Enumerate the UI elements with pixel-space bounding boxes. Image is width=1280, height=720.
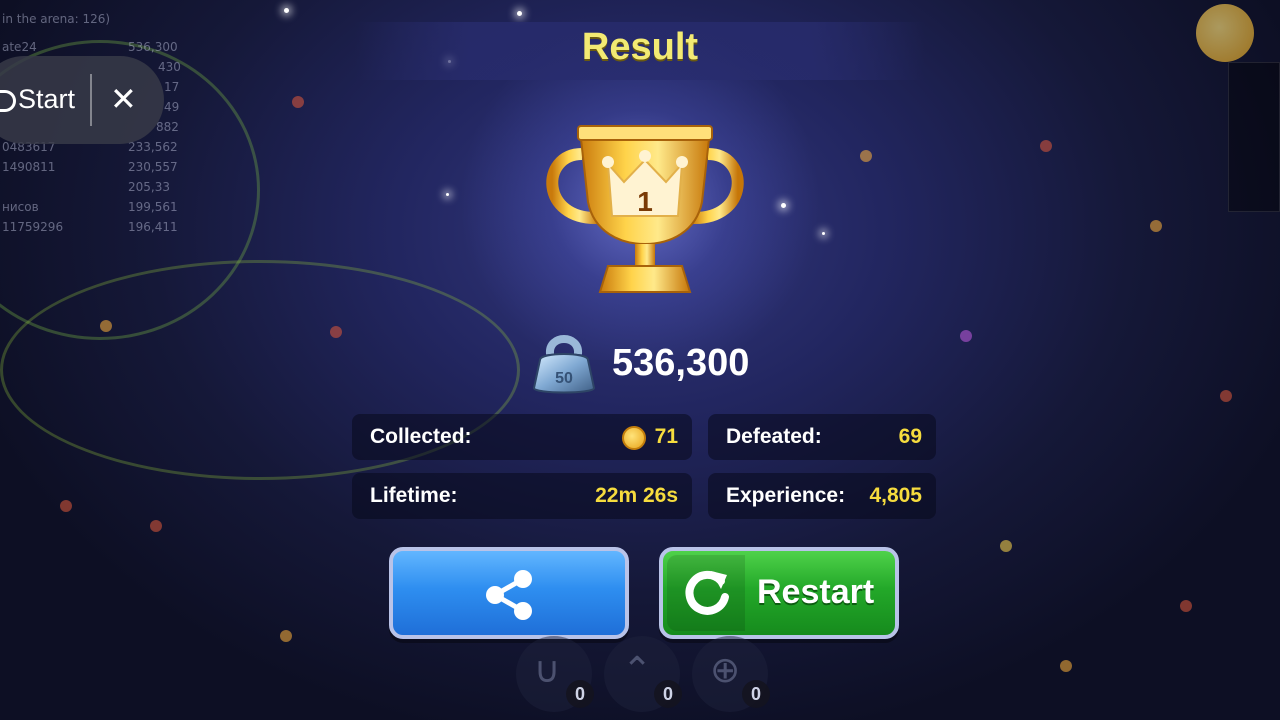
leaderboard-score: 49	[164, 100, 180, 114]
food-item	[1060, 660, 1072, 672]
food-item	[150, 520, 162, 532]
stat-lifetime: Lifetime: 22m 26s	[352, 473, 692, 519]
score-row: 50 536,300	[520, 330, 770, 396]
restart-label: Restart	[757, 573, 875, 611]
food-item	[1000, 540, 1012, 552]
food-item	[60, 500, 72, 512]
food-item	[1040, 140, 1052, 152]
leaderboard-name: 11759296	[2, 220, 64, 234]
sparkle	[517, 11, 522, 16]
leaderboard-score: 230,557	[128, 160, 178, 174]
leaderboard-score: 196,411	[128, 220, 178, 234]
sparkle	[284, 8, 289, 13]
weight-badge: 50	[555, 370, 573, 387]
score-value: 536,300	[612, 342, 750, 384]
close-icon[interactable]: ✕	[110, 80, 137, 118]
share-icon	[486, 570, 532, 620]
speed-boost-icon: ⌃	[622, 650, 653, 691]
stat-value: 22m 26s	[595, 484, 678, 507]
leaderboard-name: 1490811	[2, 160, 56, 174]
stat-defeated: Defeated: 69	[708, 414, 936, 460]
zoom-icon: ⊕	[710, 650, 741, 691]
stat-collected: Collected: 71	[352, 414, 692, 460]
stat-label: Defeated:	[726, 425, 822, 448]
food-item	[100, 320, 112, 332]
restart-button[interactable]: Restart	[659, 547, 899, 639]
powerup-speed[interactable]: ⌃ 0	[604, 636, 682, 712]
kettlebell-icon: 50	[532, 335, 596, 394]
powerup-count: 0	[742, 680, 770, 708]
restart-icon	[685, 570, 729, 615]
leaderboard-row: 1490811 230,557	[0, 160, 180, 178]
powerup-count: 0	[654, 680, 682, 708]
coin-icon	[622, 426, 646, 450]
leaderboard-name: нисов	[2, 200, 39, 214]
stat-value: 4,805	[869, 484, 922, 507]
leaderboard-row: нисов 199,561	[0, 200, 180, 218]
start-icon	[0, 90, 16, 112]
stat-value: 69	[898, 425, 922, 448]
start-label[interactable]: Start	[18, 84, 75, 115]
leaderboard-score: 199,561	[128, 200, 178, 214]
powerup-magnet[interactable]: ∪ 0	[516, 636, 594, 712]
sparkle	[822, 232, 825, 235]
divider	[90, 74, 92, 126]
leaderboard-name: ate24	[2, 40, 37, 54]
food-item	[1150, 220, 1162, 232]
powerup-zoom[interactable]: ⊕ 0	[692, 636, 770, 712]
food-item	[960, 330, 972, 342]
food-item	[860, 150, 872, 162]
powerup-count: 0	[566, 680, 594, 708]
leaderboard-score: 882	[156, 120, 179, 134]
stat-experience: Experience: 4,805	[708, 473, 936, 519]
minimap	[1228, 62, 1280, 212]
sparkle	[781, 203, 786, 208]
food-item	[280, 630, 292, 642]
player-avatar	[1196, 4, 1254, 62]
restart-icon-zone	[667, 555, 745, 631]
stat-label: Collected:	[370, 425, 472, 448]
leaderboard-score: 205,33	[128, 180, 170, 194]
leaderboard-row: 205,33	[0, 180, 180, 198]
food-item	[1180, 600, 1192, 612]
stat-label: Lifetime:	[370, 484, 458, 507]
start-recording-pill[interactable]: Start ✕	[0, 56, 164, 144]
leaderboard-score: 233,562	[128, 140, 178, 154]
food-item	[1220, 390, 1232, 402]
stat-label: Experience:	[726, 484, 846, 507]
result-title: Result	[581, 26, 699, 68]
trophy-icon: 1	[546, 125, 744, 293]
share-button[interactable]	[389, 547, 629, 639]
leaderboard-score: 536,300	[128, 40, 178, 54]
food-item	[330, 326, 342, 338]
leaderboard-score: 17	[164, 80, 180, 94]
leaderboard-header: in the arena: 126)	[2, 12, 111, 26]
stat-value: 71	[654, 425, 678, 448]
trophy-rank: 1	[637, 186, 653, 217]
food-item	[292, 96, 304, 108]
magnet-icon: ∪	[534, 650, 561, 691]
leaderboard-row: 11759296 196,411	[0, 220, 180, 238]
sparkle	[446, 193, 449, 196]
leaderboard-score: 430	[158, 60, 181, 74]
